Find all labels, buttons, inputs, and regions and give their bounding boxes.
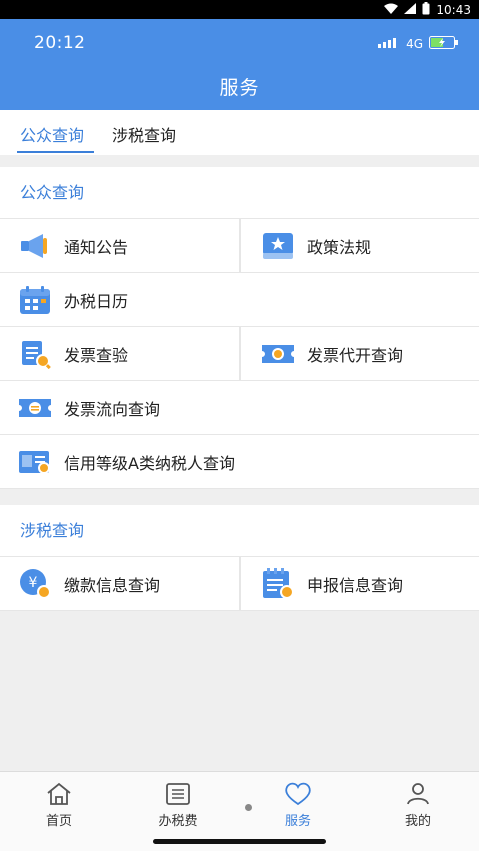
tab-tax-query[interactable]: 涉税查询 [112,122,176,146]
tab-bar: 公众查询 涉税查询 [0,110,479,155]
nav-dot-indicator [245,804,252,811]
signal-icon [404,3,417,17]
menu-item-label: 办税日历 [64,292,129,311]
menu-item-label: 信用等级A类纳税人查询 [64,454,235,473]
menu-item-label: 发票查验 [64,346,129,365]
menu-item-label: 通知公告 [64,238,129,257]
tab-public-query[interactable]: 公众查询 [20,122,84,146]
invoice-check-icon [18,337,52,371]
system-time: 10:43 [436,3,471,17]
nav-label: 我的 [404,814,431,829]
wifi-icon [384,3,399,17]
battery-charging-icon [429,36,459,52]
menu-item-invoice-issue[interactable]: 发票代开查询 [239,327,478,381]
menu-row: 通知公告 政策法规 [0,219,479,273]
battery-icon [422,2,430,18]
calendar-icon [18,283,52,317]
menu-item-declaration-query[interactable]: 申报信息查询 [239,557,478,611]
menu-item-label: 政策法规 [307,238,372,257]
payment-search-icon: ¥ [18,567,52,601]
system-status-bar: 10:43 [0,0,479,19]
header-status: 4G [378,36,459,52]
policy-book-icon [261,229,295,263]
nav-tax-services[interactable]: 办税费 [133,780,223,829]
credit-search-icon [18,445,52,479]
menu-item-label: 发票代开查询 [307,346,404,365]
declaration-search-icon [261,567,295,601]
invoice-flow-icon [18,391,52,425]
header-time: 20:12 [34,33,86,53]
menu-row: 发票流向查询 [0,381,479,435]
nav-mine[interactable]: 我的 [373,780,463,829]
list-icon [133,780,223,808]
app-header: 20:12 4G 服务 [0,19,479,110]
network-label: 4G [406,37,423,51]
svg-text:¥: ¥ [29,575,38,591]
menu-row: 发票查验 发票代开查询 [0,327,479,381]
menu-item-label: 申报信息查询 [307,576,404,595]
menu-row: 信用等级A类纳税人查询 [0,435,479,489]
invoice-issue-icon [261,337,295,371]
menu-item-invoice-check[interactable]: 发票查验 [0,327,239,381]
nav-service[interactable]: 服务 [253,780,343,829]
signal-bars-icon [378,37,400,51]
nav-label: 办税费 [158,814,198,829]
menu-row: 办税日历 [0,273,479,327]
menu-item-notice[interactable]: 通知公告 [0,219,239,273]
nav-label: 首页 [45,814,72,829]
menu-item-credit-a-query[interactable]: 信用等级A类纳税人查询 [0,435,479,489]
home-indicator[interactable] [153,839,326,844]
page-title: 服务 [219,77,260,99]
active-tab-indicator [17,151,94,153]
megaphone-icon [18,229,52,263]
menu-item-invoice-flow[interactable]: 发票流向查询 [0,381,479,435]
menu-item-label: 缴款信息查询 [64,576,161,595]
section-title: 涉税查询 [0,505,479,557]
menu-item-label: 发票流向查询 [64,400,161,419]
tax-query-section: 涉税查询 ¥ 缴款信息查询 申报信息查询 [0,505,479,611]
section-title: 公众查询 [0,167,479,219]
home-icon [14,780,104,808]
menu-item-tax-calendar[interactable]: 办税日历 [0,273,479,327]
heart-icon [253,780,343,808]
user-icon [373,780,463,808]
menu-item-payment-query[interactable]: ¥ 缴款信息查询 [0,557,239,611]
nav-home[interactable]: 首页 [14,780,104,829]
menu-item-policy[interactable]: 政策法规 [239,219,478,273]
public-query-section: 公众查询 通知公告 政策法规 办税日历 发票查验 发票代开查询 发票流向查询 信… [0,167,479,489]
nav-label: 服务 [284,814,311,829]
menu-row: ¥ 缴款信息查询 申报信息查询 [0,557,479,611]
